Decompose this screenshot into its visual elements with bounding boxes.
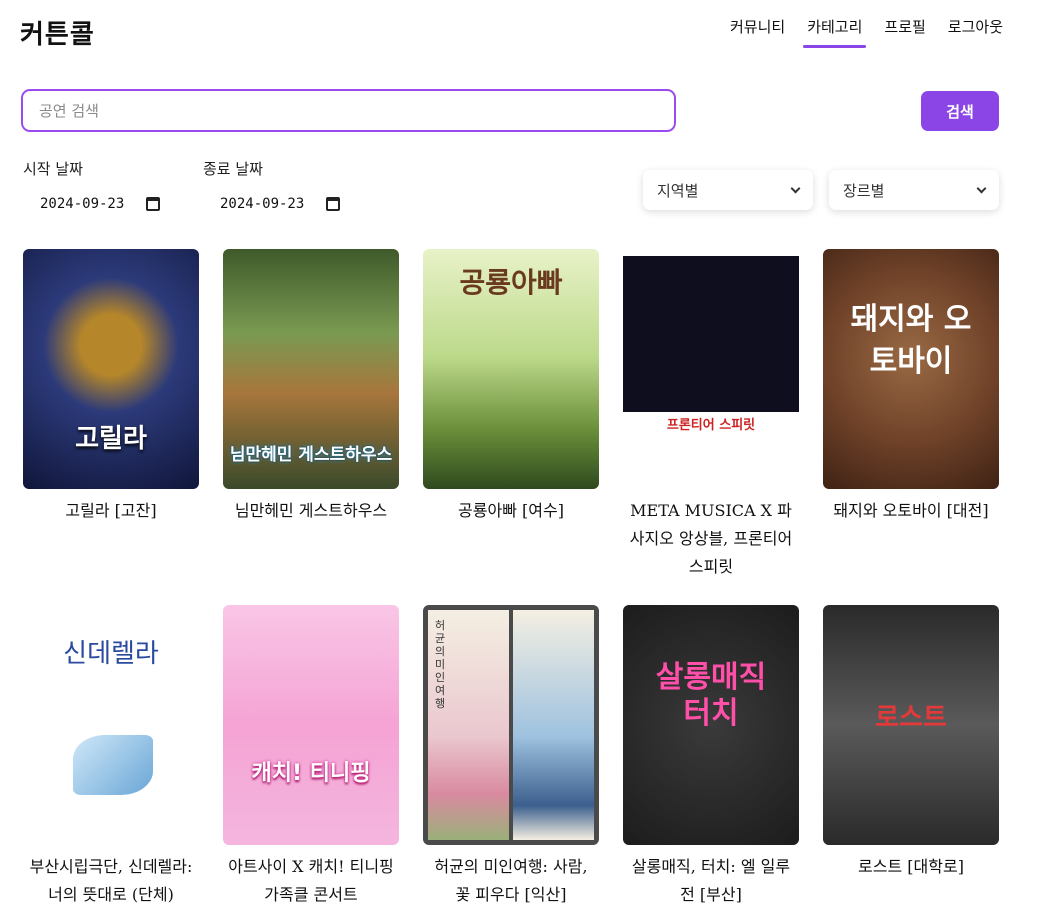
card-title[interactable]: 아트사이 X 캐치! 티니핑 가족클 콘서트 bbox=[223, 853, 399, 904]
performance-card[interactable]: 고릴라 고릴라 [고잔] bbox=[23, 249, 199, 605]
card-title[interactable]: META MUSICA X 파사지오 앙상블, 프론티어 스피릿 bbox=[623, 497, 799, 581]
poster-title-text: 공룡아빠 bbox=[459, 266, 563, 299]
performance-card[interactable]: 로스트 로스트 [대학로] bbox=[823, 605, 999, 904]
card-title[interactable]: 돼지와 오토바이 [대전] bbox=[823, 497, 999, 525]
search-button[interactable]: 검색 bbox=[921, 91, 999, 131]
nav-logout[interactable]: 로그아웃 bbox=[948, 16, 1003, 45]
poster-image[interactable]: 고릴라 bbox=[23, 249, 199, 489]
chevron-down-icon bbox=[790, 183, 801, 193]
card-title[interactable]: 님만헤민 게스트하우스 bbox=[223, 497, 399, 525]
poster-title-text: 님만헤민 게스트하우스 bbox=[229, 445, 393, 465]
end-date-field[interactable]: 2024-09-23 bbox=[220, 190, 341, 218]
poster-image[interactable]: 캐치! 티니핑 bbox=[223, 605, 399, 845]
card-title[interactable]: 공룡아빠 [여수] bbox=[423, 497, 599, 525]
poster-image[interactable]: 프론티어 스피릿 bbox=[623, 249, 799, 489]
poster-image[interactable]: 로스트 bbox=[823, 605, 999, 845]
search-input[interactable] bbox=[21, 89, 676, 132]
start-date-value: 2024-09-23 bbox=[40, 196, 125, 212]
glass-shoe-image bbox=[73, 735, 153, 795]
genre-select[interactable]: 장르별 bbox=[829, 170, 999, 210]
poster-image[interactable]: 님만헤민 게스트하우스 bbox=[223, 249, 399, 489]
nav-profile[interactable]: 프로필 bbox=[884, 16, 925, 45]
poster-title-text: 로스트 bbox=[875, 703, 947, 733]
poster-title-text: 돼지와 오토바이 bbox=[850, 302, 972, 379]
poster-image[interactable]: 살롱매직 터치 bbox=[623, 605, 799, 845]
poster-title-text: 고릴라 bbox=[75, 424, 147, 454]
poster-image[interactable]: 돼지와 오토바이 bbox=[823, 249, 999, 489]
performance-card[interactable]: 님만헤민 게스트하우스 님만헤민 게스트하우스 bbox=[223, 249, 399, 605]
chevron-down-icon bbox=[976, 183, 987, 193]
poster-title-text: 허균의 미인여행 bbox=[434, 619, 446, 710]
top-header: 커튼콜 커뮤니티 카테고리 프로필 로그아웃 bbox=[0, 0, 1037, 60]
performance-grid: 고릴라 고릴라 [고잔] 님만헤민 게스트하우스 님만헤민 게스트하우스 공룡아… bbox=[23, 249, 1003, 904]
card-title[interactable]: 살롱매직, 터치: 엘 일루전 [부산] bbox=[623, 853, 799, 904]
card-title[interactable]: 부산시립극단, 신데렐라: 너의 뜻대로 (단체) bbox=[23, 853, 199, 904]
genre-select-value: 장르별 bbox=[843, 181, 885, 200]
poster-image[interactable]: 허균의 미인여행 bbox=[423, 605, 599, 845]
poster-image[interactable]: 신데렐라 bbox=[23, 605, 199, 845]
card-title[interactable]: 로스트 [대학로] bbox=[823, 853, 999, 881]
end-date-label: 종료 날짜 bbox=[203, 160, 263, 178]
performance-card[interactable]: 프론티어 스피릿 META MUSICA X 파사지오 앙상블, 프론티어 스피… bbox=[623, 249, 799, 605]
nav-category[interactable]: 카테고리 bbox=[803, 16, 867, 48]
poster-title-text: 프론티어 스피릿 bbox=[666, 418, 756, 433]
start-date-label: 시작 날짜 bbox=[23, 160, 83, 178]
poster-image[interactable]: 공룡아빠 bbox=[423, 249, 599, 489]
performance-card[interactable]: 살롱매직 터치 살롱매직, 터치: 엘 일루전 [부산] bbox=[623, 605, 799, 904]
end-date-value: 2024-09-23 bbox=[220, 196, 305, 212]
calendar-icon[interactable] bbox=[326, 197, 341, 211]
top-nav: 커뮤니티 카테고리 프로필 로그아웃 bbox=[730, 16, 1003, 48]
performance-card[interactable]: 캐치! 티니핑 아트사이 X 캐치! 티니핑 가족클 콘서트 bbox=[223, 605, 399, 904]
region-select[interactable]: 지역별 bbox=[643, 170, 813, 210]
poster-title-text: 신데렐라 bbox=[63, 639, 159, 669]
performance-card[interactable]: 허균의 미인여행 허균의 미인여행: 사람, 꽃 피우다 [익산] bbox=[423, 605, 599, 904]
card-title[interactable]: 고릴라 [고잔] bbox=[23, 497, 199, 525]
region-select-value: 지역별 bbox=[657, 181, 699, 200]
poster-title-text: 캐치! 티니핑 bbox=[251, 761, 371, 786]
poster-panel-right bbox=[513, 610, 594, 840]
start-date-field[interactable]: 2024-09-23 bbox=[40, 190, 161, 218]
card-title[interactable]: 허균의 미인여행: 사람, 꽃 피우다 [익산] bbox=[423, 853, 599, 904]
logo[interactable]: 커튼콜 bbox=[20, 14, 95, 51]
nav-community[interactable]: 커뮤니티 bbox=[730, 16, 785, 45]
performance-card[interactable]: 돼지와 오토바이 돼지와 오토바이 [대전] bbox=[823, 249, 999, 605]
performance-card[interactable]: 공룡아빠 공룡아빠 [여수] bbox=[423, 249, 599, 605]
performance-card[interactable]: 신데렐라 부산시립극단, 신데렐라: 너의 뜻대로 (단체) bbox=[23, 605, 199, 904]
poster-title-text: 살롱매직 터치 bbox=[655, 660, 767, 731]
calendar-icon[interactable] bbox=[146, 197, 161, 211]
